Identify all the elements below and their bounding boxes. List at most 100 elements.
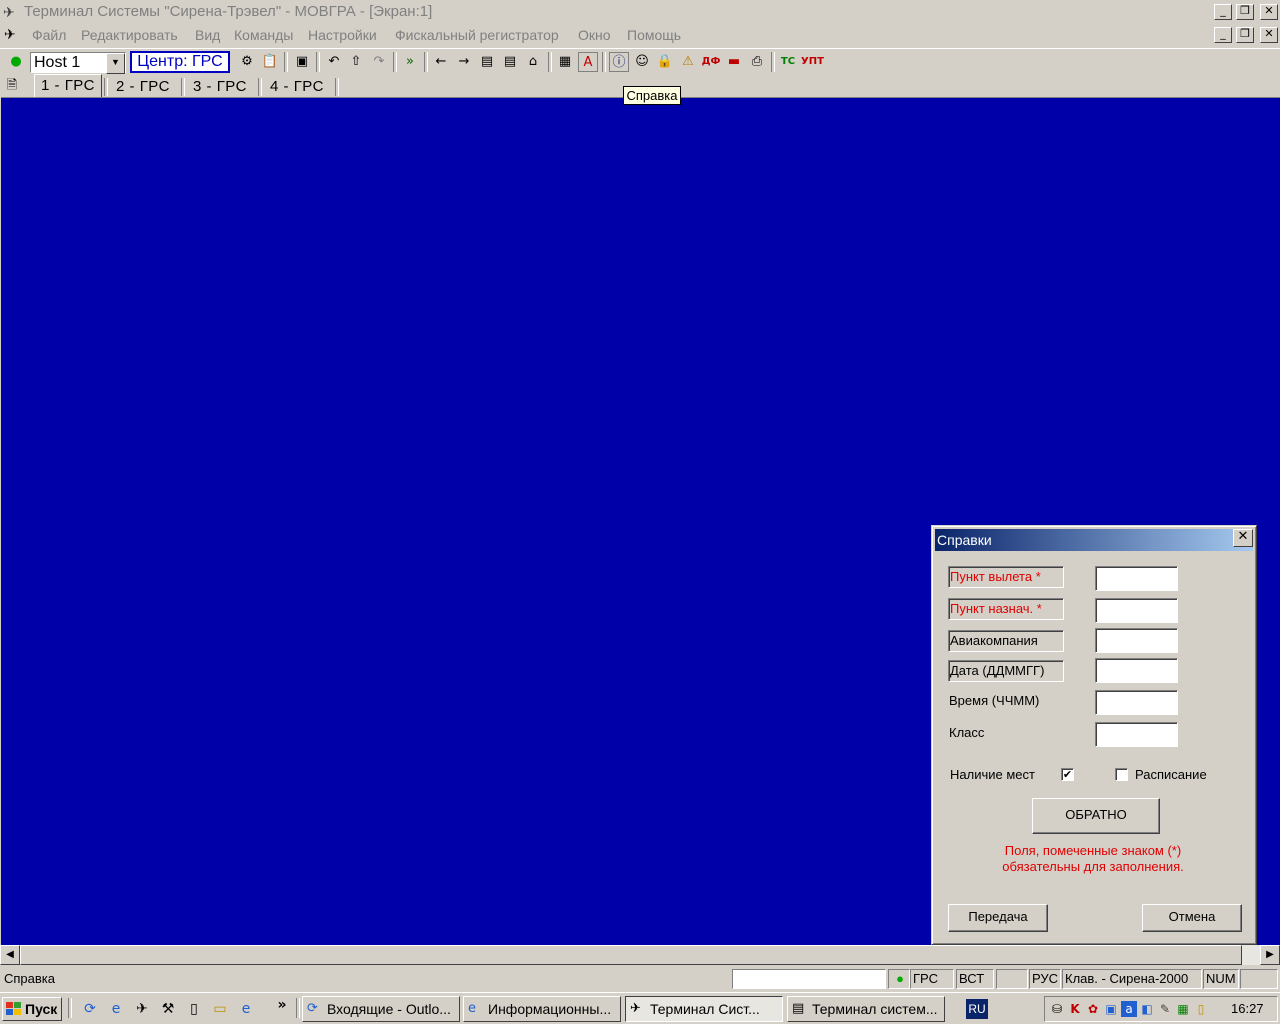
close-button[interactable]: ✕ xyxy=(1260,4,1278,20)
airline-input[interactable] xyxy=(1095,628,1178,653)
screen-icon[interactable]: ▣ xyxy=(292,52,312,72)
spellcheck-icon[interactable]: A xyxy=(578,52,598,72)
monitor-tray-icon[interactable]: ▣ xyxy=(1103,1001,1119,1017)
tc-icon[interactable]: ТС xyxy=(778,52,798,72)
menu-help[interactable]: Помощь xyxy=(627,27,681,43)
destination-input[interactable] xyxy=(1095,598,1178,623)
scroll-left-button[interactable]: ◀ xyxy=(0,945,20,965)
new-document-icon[interactable]: 🗎 xyxy=(2,76,22,96)
scroll-right-button[interactable]: ▶ xyxy=(1260,945,1280,965)
quicklaunch-more-icon[interactable]: » xyxy=(272,995,292,1015)
return-button[interactable]: ОБРАТНО xyxy=(1032,798,1160,834)
scroll-thumb[interactable] xyxy=(20,945,1242,965)
required-note-line2: обязательны для заполнения. xyxy=(1002,859,1184,874)
traffic-light-icon[interactable]: ● xyxy=(6,52,26,72)
home-icon[interactable]: ⌂ xyxy=(523,52,543,72)
host-select[interactable]: Host 1 ▼ xyxy=(30,52,126,74)
restore-button[interactable]: ❐ xyxy=(1236,4,1254,20)
host-select-value: Host 1 xyxy=(34,54,81,71)
pen-tray-icon[interactable]: ✎ xyxy=(1157,1001,1173,1017)
document-app-icon[interactable]: ✈ xyxy=(4,26,24,44)
dialog-close-button[interactable]: ✕ xyxy=(1233,529,1253,547)
menu-settings[interactable]: Настройки xyxy=(308,27,377,43)
tools-quicklaunch-icon[interactable]: ⚒ xyxy=(158,999,178,1019)
internet-explorer-icon[interactable]: e xyxy=(106,999,126,1019)
class-input[interactable] xyxy=(1095,722,1178,747)
fast-forward-icon[interactable]: » xyxy=(400,52,420,72)
language-indicator[interactable]: RU xyxy=(966,999,988,1019)
doc-restore-button[interactable]: ❐ xyxy=(1236,27,1254,43)
task-browser[interactable]: e Информационны... xyxy=(463,996,621,1022)
traffic-light-icon: ● xyxy=(888,969,910,989)
tab-separator xyxy=(104,78,108,96)
browser-quicklaunch-icon[interactable]: e xyxy=(236,999,256,1019)
upt-icon[interactable]: УПТ xyxy=(801,52,824,72)
clock[interactable]: 16:27 xyxy=(1231,1001,1264,1016)
date-input[interactable] xyxy=(1095,658,1178,683)
time-input[interactable] xyxy=(1095,690,1178,715)
airplane-icon: ✈ xyxy=(3,4,15,20)
center-indicator[interactable]: Центр: ГРС xyxy=(130,51,230,73)
dialog-title: Справки xyxy=(935,529,1253,551)
schedule-checkbox[interactable] xyxy=(1115,768,1128,781)
task-label: Терминал систем... xyxy=(812,1001,938,1017)
upload-icon[interactable]: ⇧ xyxy=(346,52,366,72)
redo-icon[interactable]: ↷ xyxy=(369,52,389,72)
warning-icon[interactable]: ⚠ xyxy=(678,52,698,72)
tab-screen-2[interactable]: 2 - ГРС xyxy=(110,76,176,98)
menu-file[interactable]: Файл xyxy=(32,27,66,43)
task-terminal-active[interactable]: ✈ Терминал Сист... xyxy=(625,996,783,1022)
clipboard-icon[interactable]: 📋 xyxy=(260,52,280,72)
menu-edit[interactable]: Редактировать xyxy=(81,27,178,43)
agent-tray-icon[interactable]: ✿ xyxy=(1085,1001,1101,1017)
availability-checkbox[interactable]: ✔ xyxy=(1061,768,1074,781)
menu-view[interactable]: Вид xyxy=(195,27,220,43)
tab-separator xyxy=(181,78,185,96)
send-button[interactable]: Передача xyxy=(948,904,1048,932)
lock-icon[interactable]: 🔒 xyxy=(655,52,675,72)
table-right-icon[interactable]: ▤ xyxy=(500,52,520,72)
toolbar-separator xyxy=(548,52,552,72)
tab-screen-3[interactable]: 3 - ГРС xyxy=(187,76,253,98)
folder-quicklaunch-icon[interactable]: ▭ xyxy=(210,999,230,1019)
horizontal-scrollbar[interactable]: ◀ ▶ xyxy=(0,945,1280,965)
menu-commands[interactable]: Команды xyxy=(234,27,293,43)
chevron-down-icon[interactable]: ▼ xyxy=(106,53,125,74)
task-outlook[interactable]: ⟳ Входящие - Outlo... xyxy=(302,996,460,1022)
text-tray-icon[interactable]: a xyxy=(1121,1001,1137,1017)
toolbar-separator xyxy=(424,52,428,72)
outlook-quicklaunch-icon[interactable]: ⟳ xyxy=(80,999,100,1019)
internet-explorer-icon: e xyxy=(468,1001,476,1016)
hardware-tray-icon[interactable]: ▦ xyxy=(1175,1001,1191,1017)
help-person-icon[interactable]: ☺ xyxy=(632,52,652,72)
connect-icon[interactable]: ⚙ xyxy=(237,52,257,72)
airplane-quicklaunch-icon[interactable]: ✈ xyxy=(132,999,152,1019)
doc-close-button[interactable]: ✕ xyxy=(1260,27,1278,43)
network-tray-icon[interactable]: ⛁ xyxy=(1049,1001,1065,1017)
arrow-left-icon[interactable]: ← xyxy=(431,52,451,72)
departure-input[interactable] xyxy=(1095,566,1178,591)
document-quicklaunch-icon[interactable]: ▯ xyxy=(184,999,204,1019)
connection-tray-icon[interactable]: ◧ xyxy=(1139,1001,1155,1017)
df-icon[interactable]: ДФ xyxy=(701,52,721,72)
start-button[interactable]: Пуск xyxy=(2,997,62,1021)
tab-screen-4[interactable]: 4 - ГРС xyxy=(264,76,330,98)
menu-window[interactable]: Окно xyxy=(578,27,611,43)
card-icon[interactable]: ▬ xyxy=(724,52,744,72)
calendar-icon[interactable]: ▦ xyxy=(555,52,575,72)
table-left-icon[interactable]: ▤ xyxy=(477,52,497,72)
doc-minimize-button[interactable]: _ xyxy=(1214,27,1232,43)
printer-icon[interactable]: ⎙ xyxy=(747,52,767,72)
antivirus-tray-icon[interactable]: K xyxy=(1067,1001,1083,1017)
undo-icon[interactable]: ↶ xyxy=(324,52,344,72)
task-terminal-doc[interactable]: ▤ Терминал систем... xyxy=(787,996,945,1022)
cancel-button[interactable]: Отмена xyxy=(1142,904,1242,932)
minimize-button[interactable]: _ xyxy=(1214,4,1232,20)
info-icon[interactable]: ⓘ xyxy=(609,52,629,72)
arrow-right-icon[interactable]: → xyxy=(454,52,474,72)
task-label: Терминал Сист... xyxy=(650,1001,760,1017)
status-insert-mode: ВСТ xyxy=(956,969,994,989)
notes-tray-icon[interactable]: ▯ xyxy=(1193,1001,1209,1017)
menu-fiscal[interactable]: Фискальный регистратор xyxy=(395,27,559,43)
toolbar-separator xyxy=(284,52,288,72)
